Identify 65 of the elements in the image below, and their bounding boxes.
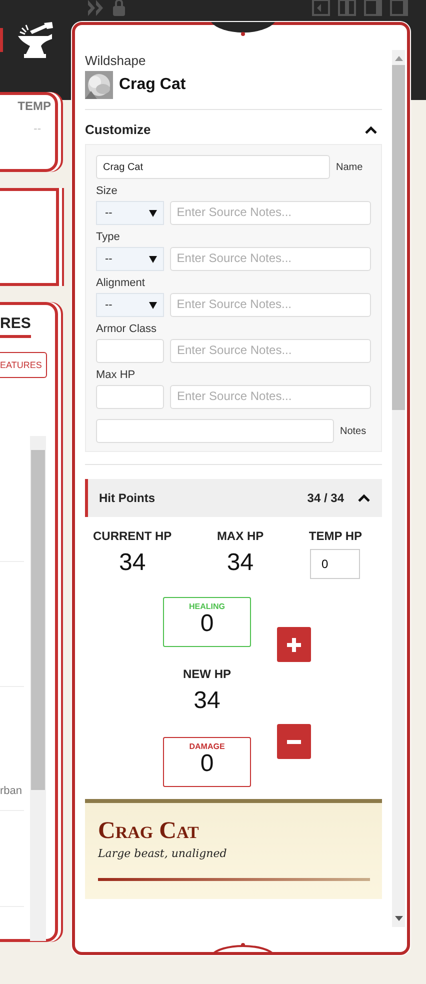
caret-icon bbox=[148, 210, 157, 216]
chevron-icon[interactable] bbox=[365, 126, 377, 134]
stat-block-subtitle: Large beast, unaligned bbox=[98, 847, 228, 860]
minus-icon bbox=[287, 740, 301, 744]
field-label: Type bbox=[96, 231, 121, 243]
hp-value: 34 bbox=[226, 549, 254, 577]
damage-value: 0 bbox=[200, 751, 214, 778]
source-notes-field[interactable]: Enter Source Notes... bbox=[170, 385, 371, 409]
chevron-icon[interactable] bbox=[358, 494, 370, 502]
field-label: Notes bbox=[340, 426, 366, 436]
caret-icon bbox=[148, 256, 157, 262]
layout-split-icon[interactable] bbox=[364, 0, 382, 16]
section-title: Hit Points bbox=[99, 491, 156, 505]
section-title: Customize bbox=[85, 122, 151, 137]
field-label: Max HP bbox=[96, 369, 136, 381]
field-label: Size bbox=[96, 185, 118, 197]
features-tab[interactable]: RES bbox=[0, 315, 31, 338]
layout-right-icon[interactable] bbox=[390, 0, 408, 16]
source-notes-field[interactable]: Enter Source Notes... bbox=[170, 339, 371, 363]
dropdown[interactable]: -- bbox=[96, 247, 164, 271]
hp-label: MAX HP bbox=[216, 529, 264, 543]
scroll-up-icon[interactable] bbox=[394, 56, 402, 61]
heal-button[interactable] bbox=[277, 627, 311, 662]
healing-label: HEALING bbox=[189, 602, 225, 611]
name-field[interactable]: Crag Cat bbox=[96, 155, 330, 179]
customize-header[interactable]: Customize bbox=[85, 110, 382, 144]
source-notes-field[interactable]: Enter Source Notes... bbox=[170, 201, 371, 225]
hp-label: CURRENT HP bbox=[93, 529, 172, 543]
input-field[interactable] bbox=[96, 385, 164, 409]
damage-field[interactable]: DAMAGE 0 bbox=[163, 737, 251, 787]
layout-center-icon[interactable] bbox=[338, 0, 356, 16]
hp-label: NEW HP bbox=[183, 667, 231, 681]
plus-icon bbox=[287, 638, 301, 652]
layout-left-icon[interactable] bbox=[312, 0, 330, 16]
dropdown[interactable]: -- bbox=[96, 201, 164, 225]
hit-points-header[interactable]: Hit Points 34 / 34 bbox=[85, 479, 382, 517]
source-notes-field[interactable]: Enter Source Notes... bbox=[170, 293, 371, 317]
input-field[interactable] bbox=[96, 339, 164, 363]
notes-field[interactable] bbox=[96, 419, 334, 443]
features-button[interactable]: EATURES bbox=[0, 352, 47, 378]
field-label: Name bbox=[336, 162, 363, 172]
anvil-hammer-icon[interactable] bbox=[16, 22, 56, 58]
healing-field[interactable]: HEALING 0 bbox=[163, 597, 251, 647]
lock-icon[interactable] bbox=[113, 0, 125, 16]
scroll-down-icon[interactable] bbox=[394, 916, 402, 921]
temp-hp-field[interactable]: 0 bbox=[310, 549, 360, 579]
healing-value: 0 bbox=[200, 611, 214, 638]
double-chevron-icon[interactable] bbox=[87, 0, 105, 16]
temp-label: TEMP bbox=[18, 99, 51, 113]
field-label: Armor Class bbox=[96, 323, 158, 335]
source-notes-field[interactable]: Enter Source Notes... bbox=[170, 247, 371, 271]
dropdown[interactable]: -- bbox=[96, 293, 164, 317]
damage-label: DAMAGE bbox=[189, 742, 225, 751]
temp-value: -- bbox=[34, 123, 41, 135]
feature-text: rban bbox=[0, 785, 22, 797]
hp-summary: 34 / 34 bbox=[307, 491, 344, 505]
hp-value: 34 bbox=[118, 549, 146, 577]
hp-value: 34 bbox=[194, 687, 220, 715]
hp-label: TEMP HP bbox=[308, 529, 362, 543]
stat-block-name: Crag Cat bbox=[98, 819, 200, 843]
caret-icon bbox=[148, 302, 157, 308]
creature-name: Crag Cat bbox=[119, 76, 186, 94]
sidebar-kicker: Wildshape bbox=[85, 52, 147, 68]
damage-button[interactable] bbox=[277, 724, 311, 759]
field-label: Alignment bbox=[96, 277, 146, 289]
